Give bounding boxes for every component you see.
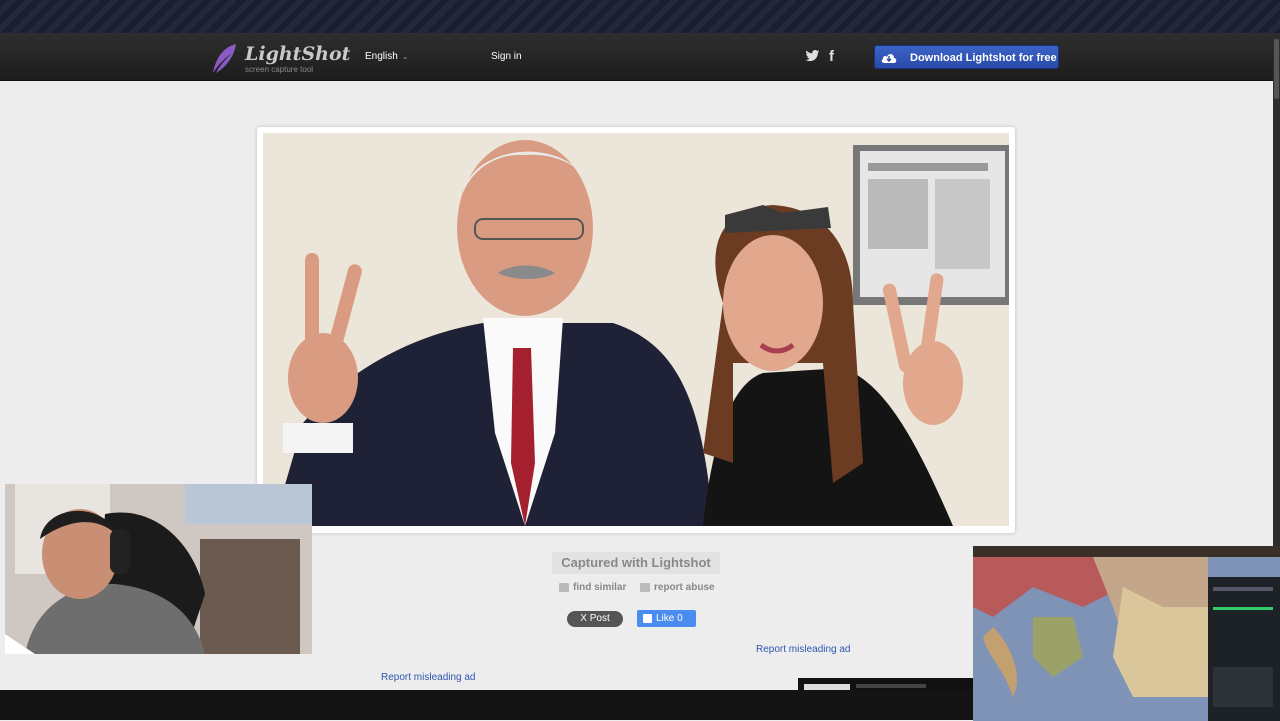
captured-label: Captured with Lightshot: [552, 552, 720, 574]
thumbs-up-icon: [643, 613, 652, 623]
facebook-icon[interactable]: f: [829, 48, 834, 65]
facebook-like-button[interactable]: Like 0: [637, 610, 696, 627]
top-navbar: LightShot screen capture tool English ⌄ S…: [0, 33, 1280, 81]
screenshot-image[interactable]: [263, 133, 1009, 526]
report-abuse-link[interactable]: report abuse: [640, 582, 715, 593]
camera-icon: [559, 582, 569, 592]
report-misleading-ad-link[interactable]: Report misleading ad: [381, 672, 476, 683]
webcam-illustration: [5, 484, 312, 654]
x-icon: X: [580, 613, 587, 624]
scrollbar-thumb[interactable]: [1274, 39, 1279, 99]
photo-illustration: [263, 133, 1009, 526]
flag-icon: [640, 582, 650, 592]
signin-link[interactable]: Sign in: [491, 51, 522, 62]
x-post-button[interactable]: X Post: [567, 611, 623, 627]
language-selector[interactable]: English ⌄: [365, 51, 409, 62]
game-overlay: [973, 546, 1280, 721]
report-abuse-label: report abuse: [654, 582, 715, 593]
screenshot-frame: [257, 127, 1015, 533]
top-pattern-strip: [0, 0, 1280, 33]
like-count: 0: [677, 613, 683, 624]
twitter-icon[interactable]: [805, 49, 820, 63]
ad-text-placeholder: [856, 684, 926, 688]
logo-subtitle: screen capture tool: [245, 65, 314, 74]
download-button-label: Download Lightshot for free: [910, 52, 1057, 64]
bottom-ad-banner[interactable]: [798, 678, 973, 690]
report-misleading-ad-link[interactable]: Report misleading ad: [756, 644, 851, 655]
like-label: Like: [656, 613, 675, 624]
find-similar-link[interactable]: find similar: [559, 582, 626, 593]
logo-title: LightShot: [245, 43, 351, 65]
download-cloud-icon: [881, 54, 897, 63]
game-map-illustration: [973, 547, 1280, 721]
chevron-down-icon: ⌄: [401, 52, 409, 61]
webcam-overlay: [5, 484, 312, 654]
feather-icon: [213, 44, 236, 73]
language-label: English: [365, 51, 398, 62]
find-similar-label: find similar: [573, 582, 627, 593]
download-button[interactable]: Download Lightshot for free: [874, 45, 1059, 69]
x-post-label: Post: [589, 613, 610, 624]
